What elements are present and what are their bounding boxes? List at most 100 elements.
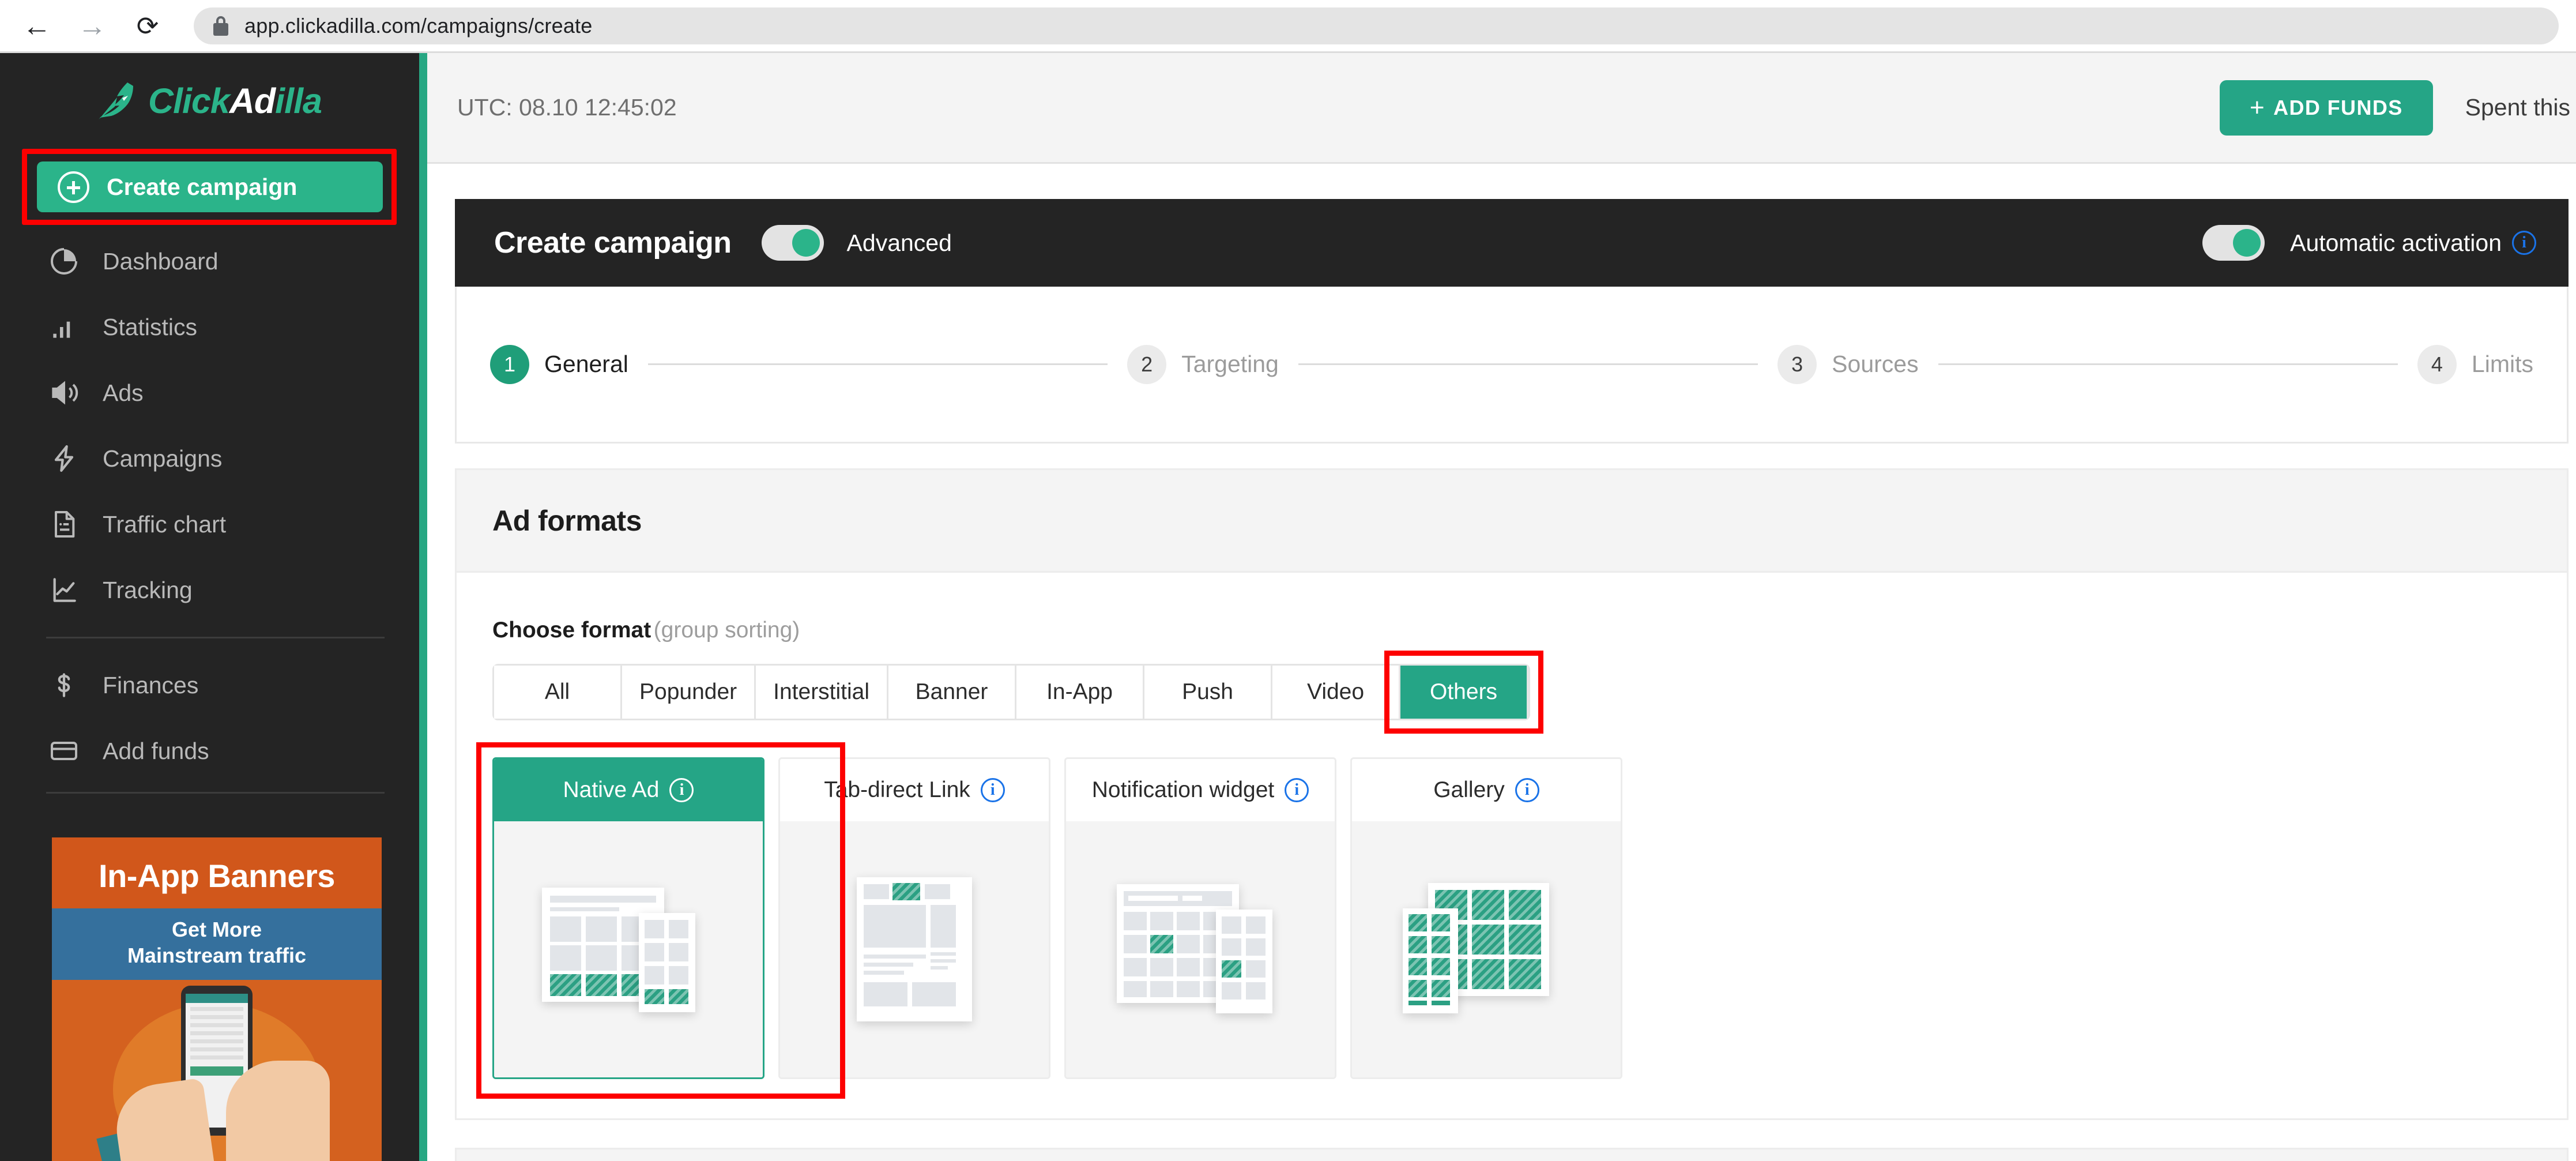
notification-widget-thumb xyxy=(1117,877,1284,1021)
speaker-icon xyxy=(46,375,82,411)
tab-push[interactable]: Push xyxy=(1144,666,1272,719)
step-label: General xyxy=(544,351,628,378)
automatic-activation-label: Automatic activation xyxy=(2290,230,2502,257)
format-card-tab-direct-link[interactable]: Tab-direct Link i xyxy=(778,757,1050,1079)
dollar-icon xyxy=(46,667,82,703)
sidebar: ClickAdilla Create campaign Dashboard xyxy=(0,53,419,1161)
promo-banner[interactable]: In-App Banners Get More Mainstream traff… xyxy=(52,837,382,1161)
utc-clock: UTC: 08.10 12:45:02 xyxy=(457,94,677,121)
top-bar-actions: + ADD FUNDS Spent this xyxy=(2220,80,2576,136)
promo-subtitle-line1: Get More xyxy=(52,916,382,942)
sidebar-item-label: Traffic chart xyxy=(103,511,226,538)
forward-icon[interactable]: → xyxy=(65,0,120,52)
format-card-body xyxy=(1352,821,1621,1077)
logo-part-2: Ad xyxy=(229,81,275,121)
toggle-knob xyxy=(2233,229,2261,257)
info-icon[interactable]: i xyxy=(669,778,694,802)
info-icon[interactable]: i xyxy=(2512,231,2536,255)
choose-format-hint: (group sorting) xyxy=(654,618,800,643)
info-icon[interactable]: i xyxy=(1515,778,1539,802)
advanced-toggle[interactable] xyxy=(762,225,824,261)
spent-this-label: Spent this xyxy=(2465,94,2570,121)
brand-logo[interactable]: ClickAdilla xyxy=(0,53,419,141)
format-card-native-ad[interactable]: Native Ad i xyxy=(492,757,764,1079)
toggle-knob xyxy=(792,229,820,257)
create-campaign-highlight xyxy=(22,149,397,225)
sidebar-item-label: Add funds xyxy=(103,738,209,765)
sidebar-item-ads[interactable]: Ads xyxy=(0,360,419,426)
sidebar-item-statistics[interactable]: Statistics xyxy=(0,294,419,360)
step-number: 4 xyxy=(2417,345,2457,384)
sidebar-item-create-campaign[interactable]: Create campaign xyxy=(0,146,419,228)
logo-part-3: illa xyxy=(275,81,322,121)
format-card-label: Gallery xyxy=(1433,777,1505,803)
main-content: UTC: 08.10 12:45:02 + ADD FUNDS Spent th… xyxy=(427,53,2576,1161)
tab-video[interactable]: Video xyxy=(1272,666,1400,719)
sidebar-item-tracking[interactable]: Tracking xyxy=(0,557,419,623)
format-card-gallery[interactable]: Gallery i xyxy=(1350,757,1622,1079)
format-card-body xyxy=(494,821,763,1077)
ad-formats-header: Ad formats xyxy=(457,470,2567,573)
back-icon[interactable]: ← xyxy=(9,0,65,52)
sidebar-item-traffic-chart[interactable]: Traffic chart xyxy=(0,491,419,557)
step-label: Targeting xyxy=(1181,351,1279,378)
tab-others[interactable]: Others xyxy=(1400,666,1528,719)
sidebar-item-finances[interactable]: Finances xyxy=(0,652,419,718)
plus-icon: + xyxy=(2250,93,2265,122)
step-sources[interactable]: 3 Sources xyxy=(1777,345,1918,384)
tab-interstitial[interactable]: Interstitial xyxy=(756,666,888,719)
format-card-header: Native Ad i xyxy=(494,759,763,821)
sidebar-item-campaigns[interactable]: Campaigns xyxy=(0,426,419,491)
top-bar: UTC: 08.10 12:45:02 + ADD FUNDS Spent th… xyxy=(427,53,2576,164)
step-connector xyxy=(648,363,1108,365)
page-viewport: ClickAdilla Create campaign Dashboard xyxy=(0,53,2576,1161)
advanced-label: Advanced xyxy=(847,230,952,257)
format-cards: Native Ad i xyxy=(492,757,1622,1079)
choose-format-row: Choose format (group sorting) xyxy=(457,573,2567,643)
promo-artwork xyxy=(52,980,382,1161)
step-label: Limits xyxy=(2472,351,2533,378)
choose-format-label: Choose format xyxy=(492,618,651,643)
step-connector xyxy=(1298,363,1758,365)
create-campaign-header: Create campaign Advanced Automatic activ… xyxy=(455,199,2569,287)
reload-icon[interactable]: ⟳ xyxy=(120,0,175,52)
format-card-body xyxy=(1066,821,1335,1077)
campaign-stepper: 1 General 2 Targeting 3 Sources 4 Limits xyxy=(455,287,2569,444)
address-bar[interactable]: app.clickadilla.com/campaigns/create xyxy=(194,7,2559,44)
add-funds-button[interactable]: + ADD FUNDS xyxy=(2220,80,2433,136)
sidebar-item-label: Ads xyxy=(103,380,144,407)
sidebar-item-label: Tracking xyxy=(103,577,193,604)
step-general[interactable]: 1 General xyxy=(490,345,628,384)
sidebar-item-add-funds[interactable]: Add funds xyxy=(0,718,419,784)
format-card-label: Notification widget xyxy=(1092,777,1275,803)
gallery-thumb xyxy=(1403,877,1570,1021)
create-campaign-header-right: Automatic activation i xyxy=(2202,225,2569,261)
clickadilla-bird-logo xyxy=(97,80,140,122)
format-group-tabs: All Popunder Interstitial Banner In-App … xyxy=(492,664,1530,720)
step-label: Sources xyxy=(1832,351,1918,378)
automatic-activation-toggle[interactable] xyxy=(2202,225,2265,261)
step-targeting[interactable]: 2 Targeting xyxy=(1127,345,1279,384)
sidebar-item-dashboard[interactable]: Dashboard xyxy=(0,228,419,294)
bar-chart-icon xyxy=(46,309,82,345)
info-icon[interactable]: i xyxy=(981,778,1005,802)
format-card-header: Notification widget i xyxy=(1066,759,1335,821)
tab-banner[interactable]: Banner xyxy=(888,666,1016,719)
format-card-header: Gallery i xyxy=(1352,759,1621,821)
tab-all[interactable]: All xyxy=(494,666,622,719)
info-icon[interactable]: i xyxy=(1285,778,1309,802)
step-number: 1 xyxy=(490,345,529,384)
ad-formats-panel: Ad formats Choose format (group sorting)… xyxy=(455,468,2569,1120)
tab-in-app[interactable]: In-App xyxy=(1016,666,1144,719)
sidebar-item-label: Campaigns xyxy=(103,445,222,472)
ad-placements-title: Ad placements xyxy=(457,1149,2567,1161)
sidebar-item-label: Dashboard xyxy=(103,248,219,275)
format-card-notification-widget[interactable]: Notification widget i xyxy=(1064,757,1336,1079)
step-limits[interactable]: 4 Limits xyxy=(2417,345,2533,384)
sidebar-nav: Create campaign Dashboard xyxy=(0,146,419,794)
tab-popunder[interactable]: Popunder xyxy=(622,666,756,719)
browser-toolbar: ← → ⟳ app.clickadilla.com/campaigns/crea… xyxy=(0,0,2576,53)
step-number: 2 xyxy=(1127,345,1166,384)
format-card-label: Tab-direct Link xyxy=(824,777,970,803)
promo-subtitle-line2: Mainstream traffic xyxy=(52,942,382,968)
